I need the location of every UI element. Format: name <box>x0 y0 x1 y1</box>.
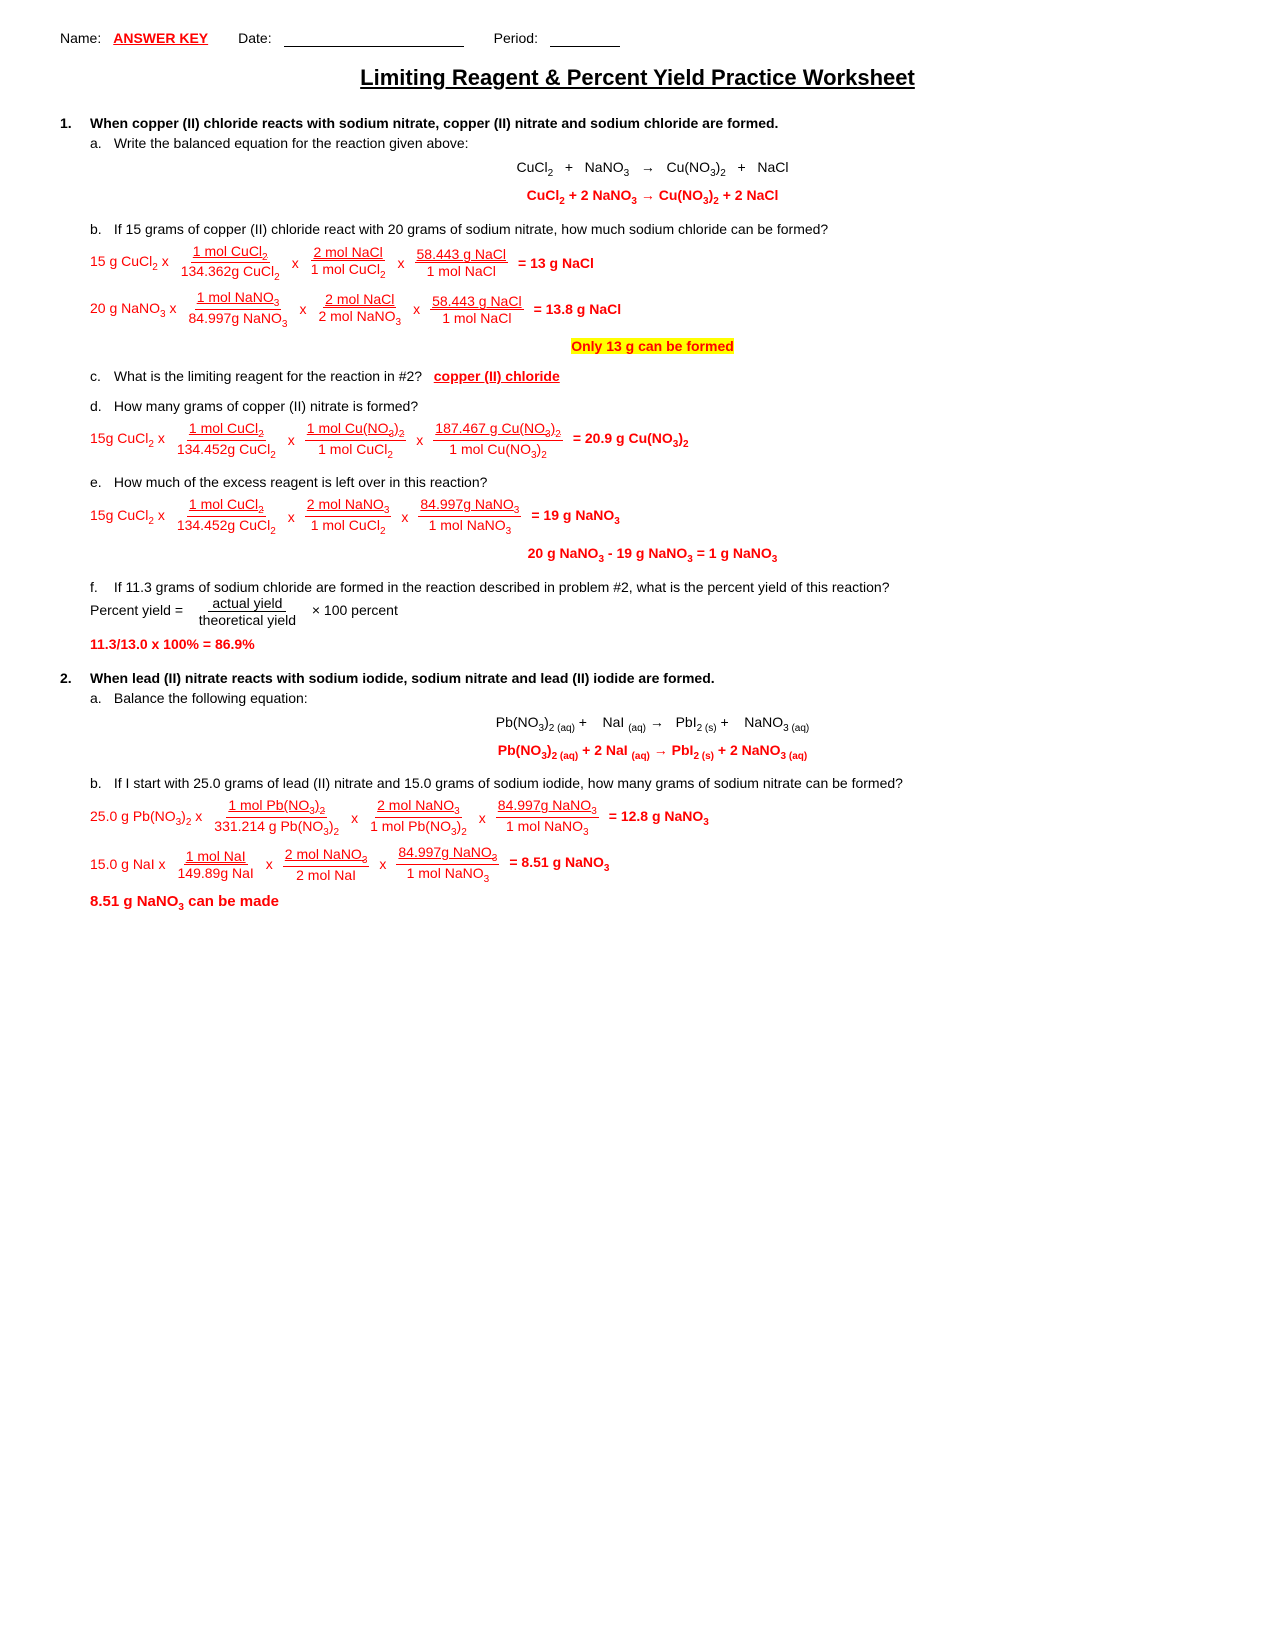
period-label: Period: <box>494 30 538 46</box>
q1b-only13: Only 13 g can be formed <box>90 338 1215 354</box>
header-line: Name: ANSWER KEY Date: Period: <box>60 30 1215 47</box>
q1b-calc1: 15 g CuCl2 x 1 mol CuCl2 134.362g CuCl2 … <box>90 243 1215 284</box>
q1-part-f: f. If 11.3 grams of sodium chloride are … <box>90 579 1215 652</box>
q1-part-c: c. What is the limiting reagent for the … <box>90 368 1215 384</box>
q2b-calc2: 15.0 g NaI x 1 mol NaI 149.89g NaI x 2 m… <box>90 844 1215 885</box>
q1e-label: e. <box>90 474 110 490</box>
q1c-text: What is the limiting reagent for the rea… <box>114 368 430 384</box>
q1-text: When copper (II) chloride reacts with so… <box>90 115 778 131</box>
q1-part-b: b. If 15 grams of copper (II) chloride r… <box>90 221 1215 354</box>
page-title: Limiting Reagent & Percent Yield Practic… <box>60 65 1215 91</box>
q2b-calc1: 25.0 g Pb(NO3)2 x 1 mol Pb(NO3)2 331.214… <box>90 797 1215 838</box>
q1c-answer: copper (II) chloride <box>434 368 560 384</box>
q1a-equation-unbalanced: CuCl2 + NaNO3 → Cu(NO3)2 + NaCl <box>90 159 1215 179</box>
q1e-calc: 15g CuCl2 x 1 mol CuCl2 134.452g CuCl2 x… <box>90 496 1215 537</box>
period-blank <box>550 30 620 47</box>
q2a-unbalanced: Pb(NO3)2 (aq) + NaI (aq) → PbI2 (s) + Na… <box>90 714 1215 734</box>
q1a-label: a. <box>90 135 110 151</box>
q1e-text: How much of the excess reagent is left o… <box>114 474 488 490</box>
q1-part-e: e. How much of the excess reagent is lef… <box>90 474 1215 564</box>
q2-text: When lead (II) nitrate reacts with sodiu… <box>90 670 715 686</box>
q1b-text: If 15 grams of copper (II) chloride reac… <box>114 221 828 237</box>
answer-key: ANSWER KEY <box>113 30 208 46</box>
date-label: Date: <box>238 30 271 46</box>
q1f-text: If 11.3 grams of sodium chloride are for… <box>114 579 905 595</box>
q1d-calc: 15g CuCl2 x 1 mol CuCl2 134.452g CuCl2 x… <box>90 420 1215 461</box>
question-2: 2. When lead (II) nitrate reacts with so… <box>60 670 1215 686</box>
q1a-text: Write the balanced equation for the reac… <box>114 135 469 151</box>
q1-num: 1. <box>60 115 84 131</box>
q1c-label: c. <box>90 368 110 384</box>
q2b-text: If I start with 25.0 grams of lead (II) … <box>114 775 903 791</box>
q1b-label: b. <box>90 221 110 237</box>
q2b-answer: 8.51 g NaNO3 can be made <box>90 893 1215 913</box>
q2-num: 2. <box>60 670 84 686</box>
q1e-answer: 20 g NaNO3 - 19 g NaNO3 = 1 g NaNO3 <box>90 545 1215 565</box>
q1b-calc2: 20 g NaNO3 x 1 mol NaNO3 84.997g NaNO3 x… <box>90 289 1215 330</box>
q2a-label: a. <box>90 690 110 706</box>
date-blank <box>284 30 464 47</box>
q1f-answer: 11.3/13.0 x 100% = 86.9% <box>90 636 1215 652</box>
name-label: Name: <box>60 30 101 46</box>
q1d-label: d. <box>90 398 110 414</box>
q2-part-a: a. Balance the following equation: Pb(NO… <box>90 690 1215 762</box>
q1d-text: How many grams of copper (II) nitrate is… <box>114 398 418 414</box>
q2a-balanced: Pb(NO3)2 (aq) + 2 NaI (aq) → PbI2 (s) + … <box>90 742 1215 762</box>
q2a-text: Balance the following equation: <box>114 690 308 706</box>
q1-part-a: a. Write the balanced equation for the r… <box>90 135 1215 207</box>
question-1: 1. When copper (II) chloride reacts with… <box>60 115 1215 131</box>
q1-part-d: d. How many grams of copper (II) nitrate… <box>90 398 1215 461</box>
q1a-equation-balanced: CuCl2 + 2 NaNO3 → Cu(NO3)2 + 2 NaCl <box>90 187 1215 207</box>
q2-part-b: b. If I start with 25.0 grams of lead (I… <box>90 775 1215 912</box>
q2b-label: b. <box>90 775 110 791</box>
q1f-formula: Percent yield = actual yield theoretical… <box>90 595 398 628</box>
q1f-label: f. <box>90 579 110 595</box>
